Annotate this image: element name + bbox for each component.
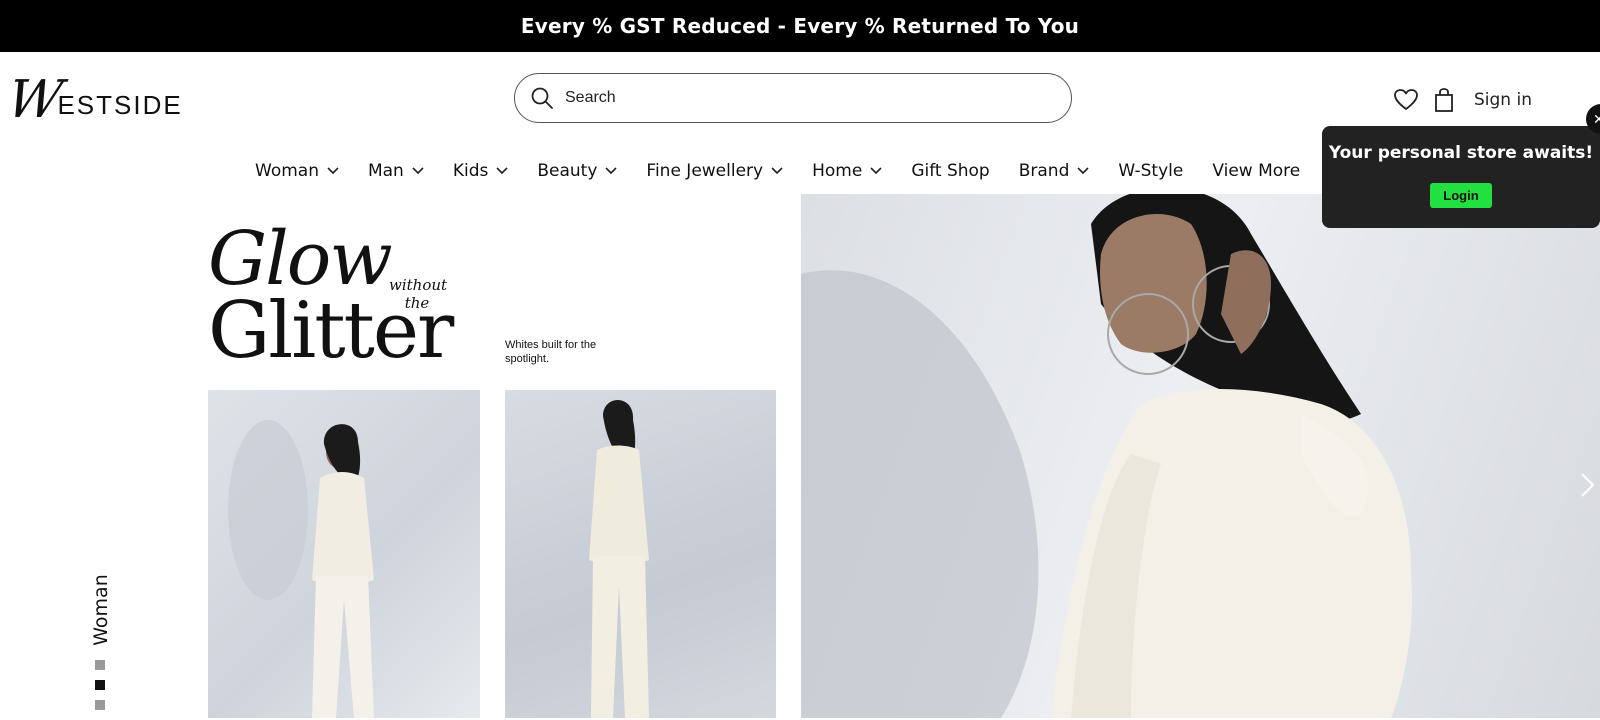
chevron-right-icon[interactable] [1578, 470, 1598, 500]
vertical-category-label: Woman [86, 570, 116, 650]
header-actions: Sign in [1392, 84, 1532, 116]
hero-subtitle: Whites built for the spotlight. [505, 339, 597, 365]
heart-icon[interactable] [1392, 86, 1420, 114]
nav-item-gift-shop[interactable]: Gift Shop [911, 161, 989, 181]
slide-dot[interactable] [95, 700, 105, 710]
category-label-text: Woman [90, 574, 112, 646]
nav-item-man[interactable]: Man [368, 161, 424, 181]
logo-wordmark: ESTSIDE [57, 89, 183, 120]
nav-item-label: Home [812, 161, 863, 181]
search-icon [529, 85, 555, 111]
nav-item-kids[interactable]: Kids [453, 161, 509, 181]
nav-item-label: Woman [255, 161, 319, 181]
chevron-down-icon [771, 167, 783, 175]
nav-item-label: Fine Jewellery [646, 161, 764, 181]
search-bar[interactable] [514, 73, 1072, 123]
promo-text: Every % GST Reduced - Every % Returned T… [520, 14, 1080, 38]
shopping-bag-icon[interactable] [1430, 86, 1458, 114]
nav-item-brand[interactable]: Brand [1019, 161, 1090, 181]
nav-item-view-more[interactable]: View More [1212, 161, 1300, 181]
hero-image-model[interactable] [801, 194, 1600, 718]
chevron-down-icon [412, 167, 424, 175]
popup-title: Your personal store awaits! [1328, 143, 1594, 163]
nav-item-label: Brand [1018, 161, 1070, 181]
nav-item-label: Gift Shop [911, 161, 990, 181]
promo-banner[interactable]: Every % GST Reduced - Every % Returned T… [0, 0, 1600, 52]
nav-item-beauty[interactable]: Beauty [537, 161, 617, 181]
hero-title-glow: Glow [208, 216, 393, 302]
slide-dot[interactable] [95, 660, 105, 670]
nav-item-label: Man [367, 161, 404, 181]
chevron-down-icon [605, 167, 617, 175]
nav-item-label: Kids [452, 161, 489, 181]
nav-item-fine-jewellery[interactable]: Fine Jewellery [646, 161, 783, 181]
sign-in-link[interactable]: Sign in [1474, 90, 1532, 110]
chevron-down-icon [870, 167, 882, 175]
nav-item-w-style[interactable]: W-Style [1118, 161, 1183, 181]
nav-item-woman[interactable]: Woman [255, 161, 339, 181]
nav-item-label: W-Style [1118, 161, 1184, 181]
chevron-down-icon [496, 167, 508, 175]
slide-indicators [95, 660, 105, 720]
nav-item-home[interactable]: Home [812, 161, 882, 181]
nav-item-label: Beauty [537, 161, 598, 181]
logo-initial: W [2, 70, 67, 130]
chevron-down-icon [1077, 167, 1089, 175]
chevron-down-icon [327, 167, 339, 175]
nav-item-label: View More [1212, 161, 1301, 181]
login-button[interactable]: Login [1430, 183, 1492, 208]
search-input[interactable] [563, 88, 1047, 108]
westside-logo[interactable]: W ESTSIDE [3, 70, 188, 130]
product-image-full-look[interactable] [208, 390, 480, 718]
personal-store-popup: Your personal store awaits! Login [1322, 126, 1600, 228]
product-image-front-view[interactable] [505, 390, 776, 718]
hero-title-glitter: Glitter [208, 286, 454, 376]
slide-dot-active[interactable] [95, 680, 105, 690]
main-navigation: Woman Man Kids Beauty Fine Jewellery Hom… [255, 156, 1329, 186]
